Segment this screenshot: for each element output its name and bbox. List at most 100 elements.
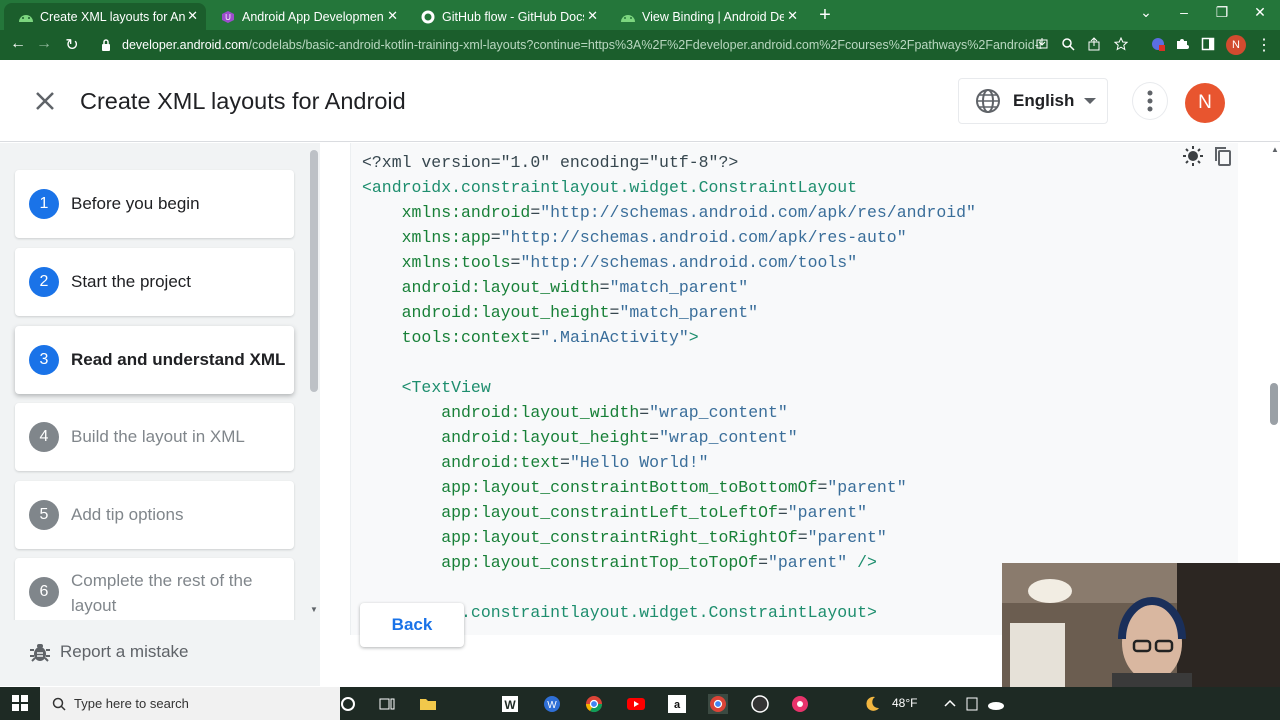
tray-icon[interactable] xyxy=(962,694,982,714)
browser-tab-4[interactable]: View Binding | Android De ✕ xyxy=(606,3,806,30)
url-text: developer.android.com/codelabs/basic-and… xyxy=(122,38,1042,52)
lock-icon[interactable] xyxy=(98,37,114,53)
new-tab-icon[interactable]: + xyxy=(814,4,836,27)
weather-temperature: 48°F xyxy=(892,696,918,710)
close-tab-icon[interactable]: ✕ xyxy=(787,8,798,24)
sidebar-scrollbar[interactable] xyxy=(310,150,318,392)
windows-start-icon[interactable] xyxy=(12,695,28,711)
youtube-icon[interactable] xyxy=(626,694,646,714)
step-before-you-begin[interactable]: 1 Before you begin xyxy=(15,170,294,238)
svg-text:W: W xyxy=(504,698,516,712)
chrome-menu-icon[interactable]: ⋮ xyxy=(1254,35,1274,55)
report-mistake-label: Report a mistake xyxy=(60,642,189,661)
step-build-the-layout[interactable]: 4 Build the layout in XML xyxy=(15,403,294,471)
close-tab-icon[interactable]: ✕ xyxy=(587,8,598,24)
step-label: Start the project xyxy=(71,272,192,291)
globe-icon xyxy=(975,88,1001,114)
onedrive-icon[interactable] xyxy=(986,694,1006,714)
obs-icon[interactable] xyxy=(750,694,770,714)
code-line: android:layout_width="match_parent" xyxy=(401,278,749,297)
page-scrollbar[interactable] xyxy=(1270,383,1278,425)
window-close-icon[interactable]: ✕ xyxy=(1250,4,1270,21)
code-line: app:layout_constraintRight_toRightOf="pa… xyxy=(441,528,887,547)
steps-sidebar: 1 Before you begin 2 Start the project 3… xyxy=(0,143,320,620)
install-icon[interactable] xyxy=(1034,36,1050,52)
step-label: Before you begin xyxy=(71,194,200,213)
more-options-icon[interactable] xyxy=(1132,82,1168,120)
page-title: Create XML layouts for Android xyxy=(80,88,406,114)
step-complete-the-rest[interactable]: 6 Complete the rest of the layout xyxy=(15,558,294,620)
udacity-purple-icon: U xyxy=(220,9,236,25)
copy-icon[interactable] xyxy=(1212,145,1234,167)
reload-icon[interactable]: ↻ xyxy=(62,35,82,55)
scroll-down-arrow-icon[interactable]: ▼ xyxy=(310,605,318,614)
back-arrow-icon[interactable]: ← xyxy=(8,35,28,53)
taskbar-search[interactable]: Type here to search xyxy=(40,687,340,720)
code-line: <?xml version="1.0" encoding="utf-8"?> xyxy=(362,153,739,172)
cortana-icon[interactable] xyxy=(338,694,358,714)
code-line: xmlns:android="http://schemas.android.co… xyxy=(401,203,976,222)
code-line: app:layout_constraintLeft_toLeftOf="pare… xyxy=(441,503,867,522)
task-view-icon[interactable] xyxy=(377,694,397,714)
address-bar[interactable]: developer.android.com/codelabs/basic-and… xyxy=(90,33,1142,57)
scroll-up-arrow-icon[interactable]: ▲ xyxy=(1271,145,1279,154)
step-read-and-understand-xml[interactable]: 3 Read and understand XML xyxy=(15,326,294,394)
close-tab-icon[interactable]: ✕ xyxy=(387,8,398,24)
search-icon xyxy=(52,697,66,711)
chevron-up-icon[interactable] xyxy=(940,694,960,714)
zoom-icon[interactable] xyxy=(1060,36,1076,52)
step-label: Read and understand XML xyxy=(71,350,286,369)
close-tab-icon[interactable]: ✕ xyxy=(187,8,198,24)
back-button[interactable]: Back xyxy=(360,603,464,647)
code-line: xmlns:tools="http://schemas.android.com/… xyxy=(401,253,858,272)
step-number: 6 xyxy=(29,577,59,607)
user-avatar[interactable]: N xyxy=(1185,83,1225,123)
browser-tab-strip: Create XML layouts for Andr ✕ U Android … xyxy=(0,0,1280,30)
chrome-profile-icon[interactable] xyxy=(706,690,730,718)
theme-toggle-icon[interactable] xyxy=(1182,145,1204,167)
code-line: android:layout_height="match_parent" xyxy=(401,303,759,322)
minimize-icon[interactable]: – xyxy=(1174,4,1194,20)
step-add-tip-options[interactable]: 5 Add tip options xyxy=(15,481,294,549)
bug-icon xyxy=(28,640,52,664)
maximize-icon[interactable]: ❐ xyxy=(1212,4,1232,21)
svg-text:W: W xyxy=(547,700,557,711)
step-number: 2 xyxy=(29,267,59,297)
tab-title: GitHub flow - GitHub Docs xyxy=(442,9,584,24)
svg-text:a: a xyxy=(674,699,681,711)
code-line: xmlns:app="http://schemas.android.com/ap… xyxy=(401,228,907,247)
bookmark-star-icon[interactable] xyxy=(1113,36,1129,52)
extension-icon[interactable] xyxy=(1150,36,1166,52)
recorder-icon[interactable] xyxy=(790,694,810,714)
close-icon[interactable] xyxy=(30,86,60,116)
android-green-icon xyxy=(18,9,34,25)
mail-app-icon[interactable]: W xyxy=(542,694,562,714)
report-mistake[interactable]: Report a mistake xyxy=(0,620,320,686)
browser-toolbar: ← → ↻ developer.android.com/codelabs/bas… xyxy=(0,30,1280,60)
weather-moon-icon xyxy=(862,694,882,714)
chrome-icon[interactable] xyxy=(584,694,604,714)
github-icon xyxy=(420,9,436,25)
step-start-the-project[interactable]: 2 Start the project xyxy=(15,248,294,316)
file-explorer-icon[interactable] xyxy=(418,694,438,714)
sidepanel-icon[interactable] xyxy=(1200,36,1216,52)
tab-title: Create XML layouts for Andr xyxy=(40,9,186,24)
step-label: Complete the rest of the layout xyxy=(71,571,253,615)
step-label: Add tip options xyxy=(71,505,184,524)
browser-tab-3[interactable]: GitHub flow - GitHub Docs ✕ xyxy=(406,3,606,30)
forward-arrow-icon[interactable]: → xyxy=(34,35,54,53)
tab-title: Android App Development | xyxy=(242,9,384,24)
code-line: app:layout_constraintBottom_toBottomOf="… xyxy=(441,478,907,497)
browser-tab-2[interactable]: U Android App Development | ✕ xyxy=(206,3,406,30)
amazon-icon[interactable]: a xyxy=(667,694,687,714)
share-icon[interactable] xyxy=(1086,36,1102,52)
profile-avatar[interactable]: N xyxy=(1226,35,1246,55)
puzzle-icon[interactable] xyxy=(1174,36,1190,52)
browser-tab-1[interactable]: Create XML layouts for Andr ✕ xyxy=(4,3,206,30)
android-green-icon xyxy=(620,9,636,25)
word-icon[interactable]: W xyxy=(500,694,520,714)
tab-search-icon[interactable]: ⌄ xyxy=(1136,4,1156,21)
language-selector[interactable]: English xyxy=(958,78,1108,124)
search-placeholder: Type here to search xyxy=(74,696,189,711)
